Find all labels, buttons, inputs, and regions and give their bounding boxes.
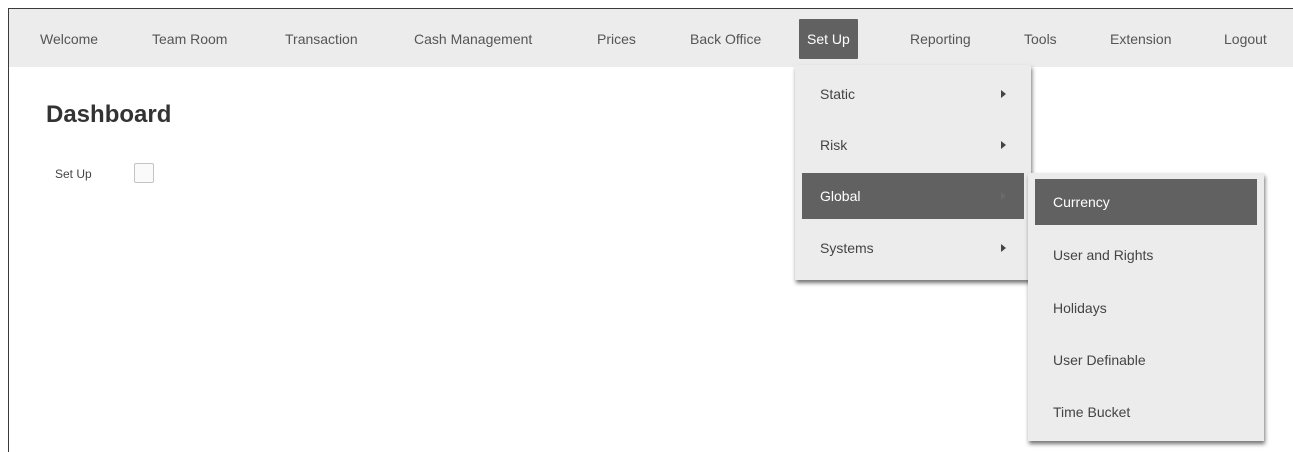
submenu-item-user-definable[interactable]: User Definable — [1035, 337, 1257, 383]
menu-item-risk[interactable]: Risk — [802, 122, 1024, 168]
submenu-item-holidays[interactable]: Holidays — [1035, 285, 1257, 331]
chevron-right-icon — [1001, 244, 1006, 252]
nav-item-logout[interactable]: Logout — [1216, 19, 1275, 59]
nav-item-team-room[interactable]: Team Room — [144, 19, 235, 59]
setup-label: Set Up — [55, 167, 92, 181]
chevron-right-icon — [1001, 192, 1006, 200]
nav-item-back-office[interactable]: Back Office — [682, 19, 769, 59]
nav-item-extension[interactable]: Extension — [1102, 19, 1179, 59]
menu-item-global[interactable]: Global — [802, 173, 1024, 219]
chevron-right-icon — [1001, 141, 1006, 149]
menu-item-label: Risk — [820, 137, 848, 153]
nav-item-cash-management[interactable]: Cash Management — [406, 19, 540, 59]
chevron-right-icon — [1001, 90, 1006, 98]
submenu-item-currency[interactable]: Currency — [1035, 179, 1257, 225]
menu-item-systems[interactable]: Systems — [802, 225, 1024, 271]
menu-item-label: Global — [820, 188, 861, 204]
submenu-item-time-bucket[interactable]: Time Bucket — [1035, 389, 1257, 435]
setup-checkbox[interactable] — [134, 163, 154, 183]
nav-item-transaction[interactable]: Transaction — [277, 19, 366, 59]
nav-item-set-up[interactable]: Set Up — [799, 19, 858, 59]
nav-item-tools[interactable]: Tools — [1016, 19, 1065, 59]
page-title: Dashboard — [46, 101, 172, 128]
setup-dropdown-menu: Static Risk Global Systems — [795, 65, 1031, 280]
global-submenu: Currency User and Rights Holidays User D… — [1028, 173, 1264, 441]
nav-item-welcome[interactable]: Welcome — [32, 19, 106, 59]
nav-item-prices[interactable]: Prices — [589, 19, 644, 59]
menu-item-static[interactable]: Static — [802, 71, 1024, 117]
app-frame: Welcome Team Room Transaction Cash Manag… — [8, 8, 1293, 452]
menu-item-label: Static — [820, 86, 856, 102]
submenu-item-user-and-rights[interactable]: User and Rights — [1035, 232, 1257, 278]
nav-item-reporting[interactable]: Reporting — [902, 19, 979, 59]
menu-item-label: Systems — [820, 240, 874, 256]
top-nav: Welcome Team Room Transaction Cash Manag… — [9, 9, 1293, 67]
